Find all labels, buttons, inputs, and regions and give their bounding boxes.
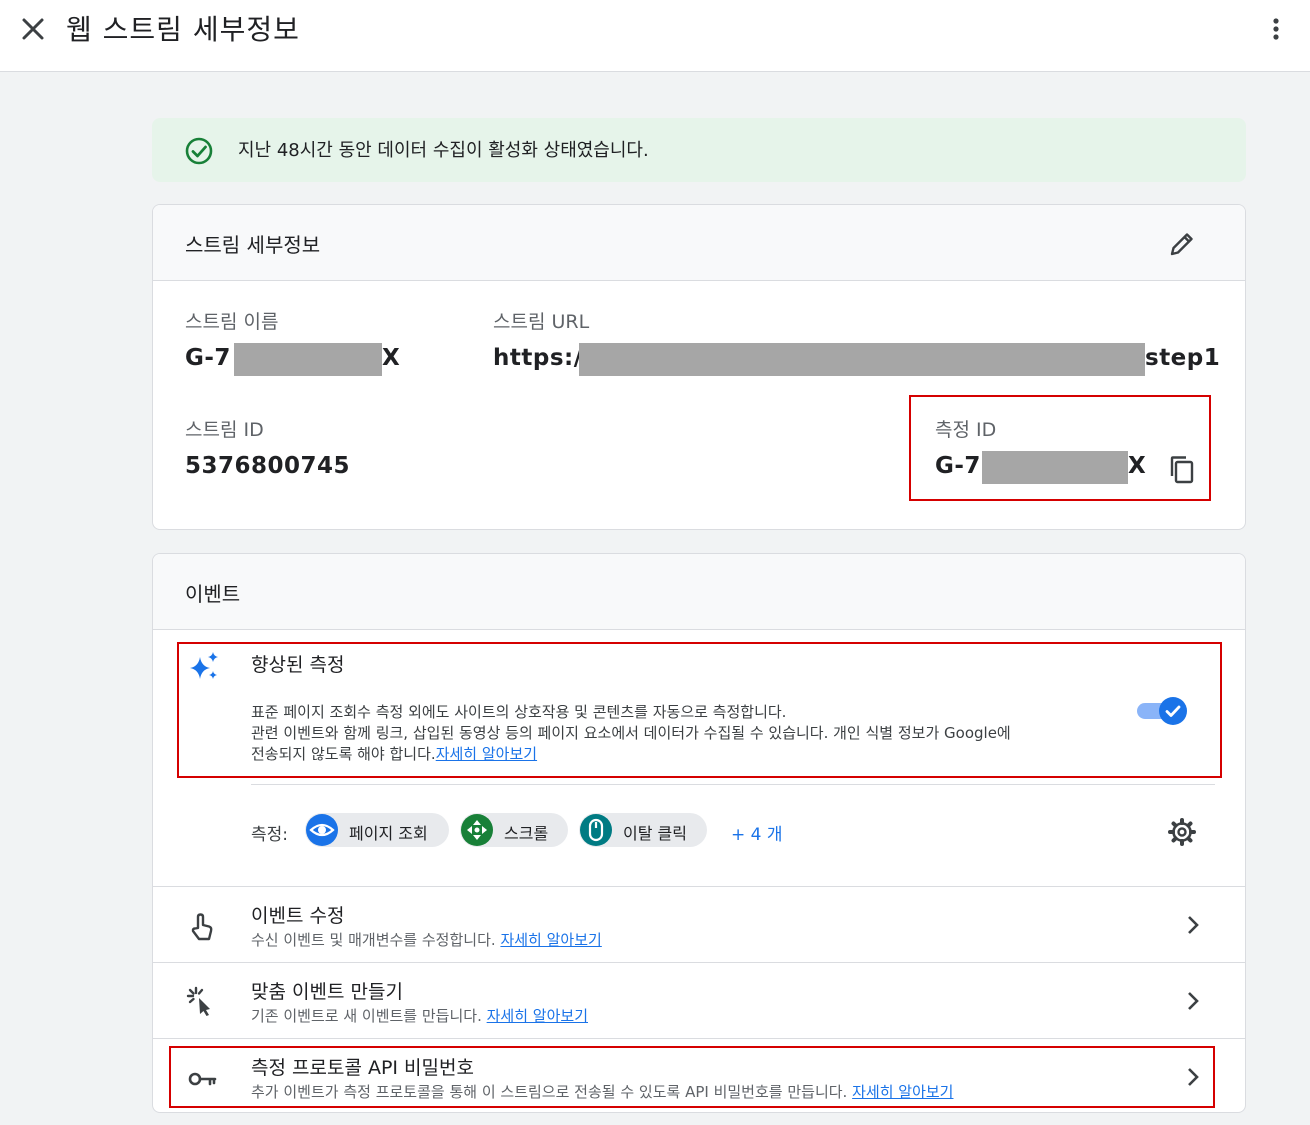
touch-icon xyxy=(185,909,219,943)
chip-page-view-label: 페이지 조회 xyxy=(349,824,428,843)
close-icon[interactable] xyxy=(18,14,48,44)
row-create-custom-event-learn-more[interactable]: 자세히 알아보기 xyxy=(487,1007,588,1025)
row-create-custom-event-desc-text: 기존 이벤트로 새 이벤트를 만듭니다. xyxy=(251,1007,482,1025)
check-circle-icon xyxy=(184,136,214,166)
edit-pencil-icon[interactable] xyxy=(1167,229,1197,259)
enhanced-measurement-highlight xyxy=(177,642,1222,778)
row-create-custom-event-title: 맞춤 이벤트 만들기 xyxy=(251,981,403,1003)
top-app-bar: 웹 스트림 세부정보 xyxy=(0,0,1310,72)
api-secret-highlight xyxy=(169,1046,1215,1108)
redacted-stream-url xyxy=(579,343,1145,376)
row-modify-events[interactable]: 이벤트 수정 수신 이벤트 및 매개변수를 수정합니다. 자세히 알아보기 xyxy=(153,887,1245,963)
chevron-right-icon xyxy=(1181,989,1205,1013)
events-card: 이벤트 향상된 측정 표준 페이지 조회수 측정 외에도 사이트의 상호작용 및… xyxy=(152,553,1246,1113)
events-header: 이벤트 xyxy=(153,554,1245,630)
chip-outbound-click-label: 이탈 클릭 xyxy=(623,824,687,843)
eye-icon xyxy=(306,814,338,846)
row-modify-events-desc: 수신 이벤트 및 매개변수를 수정합니다. 자세히 알아보기 xyxy=(251,929,602,950)
status-banner: 지난 48시간 동안 데이터 수집이 활성화 상태였습니다. xyxy=(152,118,1246,182)
chip-scroll-label: 스크롤 xyxy=(504,824,549,843)
more-vert-icon[interactable] xyxy=(1264,14,1288,44)
scroll-icon xyxy=(461,814,493,846)
stream-name-label: 스트림 이름 xyxy=(185,311,279,333)
chip-page-view[interactable]: 페이지 조회 xyxy=(305,813,449,847)
more-measurements-link[interactable]: + 4 개 xyxy=(731,820,783,845)
stream-name-prefix: G-7 xyxy=(185,345,231,371)
chevron-right-icon xyxy=(1181,913,1205,937)
measurement-id-highlight xyxy=(909,395,1211,501)
click-sparkle-icon xyxy=(185,985,219,1019)
row-create-custom-event-desc: 기존 이벤트로 새 이벤트를 만듭니다. 자세히 알아보기 xyxy=(251,1005,588,1026)
stream-details-header: 스트림 세부정보 xyxy=(153,205,1245,281)
row-modify-events-desc-text: 수신 이벤트 및 매개변수를 수정합니다. xyxy=(251,931,496,949)
gear-icon[interactable] xyxy=(1167,817,1197,847)
stream-details-title: 스트림 세부정보 xyxy=(185,233,321,257)
stream-url-suffix: step1 xyxy=(1145,345,1221,371)
chip-outbound-click[interactable]: 이탈 클릭 xyxy=(579,813,707,847)
stream-url-prefix: https:// xyxy=(493,345,592,371)
events-title: 이벤트 xyxy=(185,582,241,606)
row-modify-events-title: 이벤트 수정 xyxy=(251,905,345,927)
row-create-custom-event[interactable]: 맞춤 이벤트 만들기 기존 이벤트로 새 이벤트를 만듭니다. 자세히 알아보기 xyxy=(153,963,1245,1039)
mouse-icon xyxy=(580,814,612,846)
stream-url-label: 스트림 URL xyxy=(493,311,590,333)
redacted-stream-name xyxy=(234,343,382,376)
stream-name-suffix: X xyxy=(382,345,401,371)
row-modify-events-learn-more[interactable]: 자세히 알아보기 xyxy=(500,931,601,949)
page-title: 웹 스트림 세부정보 xyxy=(66,13,300,46)
stream-id-value: 5376800745 xyxy=(185,453,351,479)
stream-id-label: 스트림 ID xyxy=(185,419,264,441)
stream-details-card: 스트림 세부정보 스트림 이름 G-7 X 스트림 URL https:// s… xyxy=(152,204,1246,530)
chip-scroll[interactable]: 스크롤 xyxy=(460,813,568,847)
measure-label: 측정: xyxy=(251,825,289,845)
banner-message: 지난 48시간 동안 데이터 수집이 활성화 상태였습니다. xyxy=(238,140,649,161)
chips-divider xyxy=(251,784,1215,785)
